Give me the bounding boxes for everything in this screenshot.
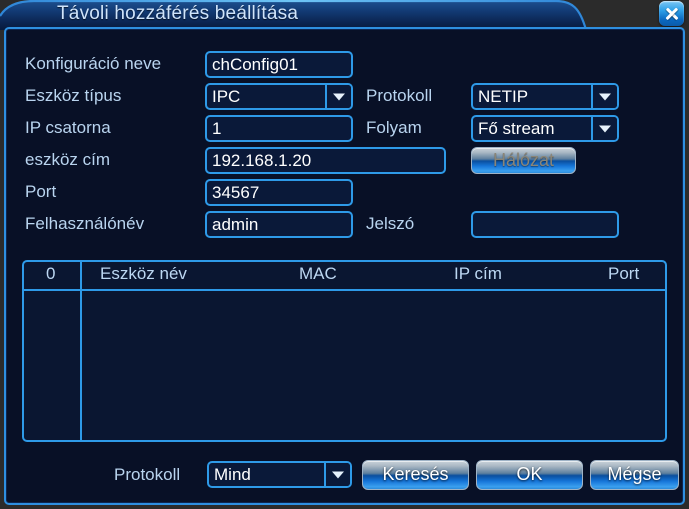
column-separator bbox=[80, 291, 82, 442]
column-header-index: 0 bbox=[46, 264, 56, 283]
close-icon[interactable] bbox=[659, 1, 684, 26]
device-address-input[interactable] bbox=[205, 147, 446, 174]
chevron-down-icon[interactable] bbox=[324, 463, 350, 486]
port-label: Port bbox=[25, 182, 57, 201]
config-name-input[interactable] bbox=[205, 51, 353, 78]
table-header-row: 0 Eszköz név MAC IP cím Port bbox=[24, 262, 665, 291]
protocol-value: NETIP bbox=[478, 87, 529, 106]
dialog-body: Konfiguráció neve Eszköz típus IPC Proto… bbox=[4, 27, 685, 505]
chevron-down-icon[interactable] bbox=[325, 85, 351, 108]
footer-protocol-select[interactable]: Mind bbox=[207, 461, 352, 488]
device-list-table: 0 Eszköz név MAC IP cím Port bbox=[22, 260, 667, 442]
column-header-devicename: Eszköz név bbox=[100, 264, 187, 283]
protocol-label: Protokoll bbox=[366, 86, 433, 105]
password-input[interactable] bbox=[471, 211, 619, 238]
footer-protocol-label: Protokoll bbox=[114, 465, 181, 484]
device-type-label: Eszköz típus bbox=[25, 86, 122, 105]
port-input[interactable] bbox=[205, 179, 353, 206]
config-name-label: Konfiguráció neve bbox=[25, 54, 162, 73]
title-bar: Távoli hozzáférés beállítása bbox=[0, 0, 689, 30]
username-input[interactable] bbox=[205, 211, 353, 238]
network-button: Hálózat bbox=[471, 147, 576, 174]
search-button[interactable]: Keresés bbox=[362, 460, 469, 490]
stream-label: Folyam bbox=[366, 118, 422, 137]
stream-value: Fő stream bbox=[478, 119, 555, 138]
device-type-select[interactable]: IPC bbox=[205, 83, 353, 110]
column-separator bbox=[80, 262, 82, 289]
window-title: Távoli hozzáférés beállítása bbox=[57, 3, 299, 24]
cancel-button[interactable]: Mégse bbox=[590, 460, 679, 490]
column-header-ip: IP cím bbox=[454, 264, 502, 283]
remote-access-config-window: Távoli hozzáférés beállítása Konfiguráci… bbox=[0, 0, 689, 509]
username-label: Felhasználónév bbox=[25, 214, 145, 233]
stream-select[interactable]: Fő stream bbox=[471, 115, 619, 142]
footer-protocol-value: Mind bbox=[214, 465, 251, 484]
ip-channel-label: IP csatorna bbox=[25, 118, 111, 137]
chevron-down-icon[interactable] bbox=[591, 117, 617, 140]
ip-channel-input[interactable] bbox=[205, 115, 353, 142]
device-type-value: IPC bbox=[212, 87, 241, 106]
dialog-footer: Protokoll Mind Keresés OK Mégse bbox=[6, 451, 683, 501]
password-label: Jelszó bbox=[366, 214, 415, 233]
ok-button[interactable]: OK bbox=[476, 460, 583, 490]
column-header-port: Port bbox=[608, 264, 640, 283]
device-address-label: eszköz cím bbox=[25, 150, 111, 169]
config-form: Konfiguráció neve Eszköz típus IPC Proto… bbox=[6, 29, 683, 241]
table-body[interactable] bbox=[24, 291, 665, 442]
chevron-down-icon[interactable] bbox=[591, 85, 617, 108]
protocol-select[interactable]: NETIP bbox=[471, 83, 619, 110]
column-header-mac: MAC bbox=[299, 264, 337, 283]
